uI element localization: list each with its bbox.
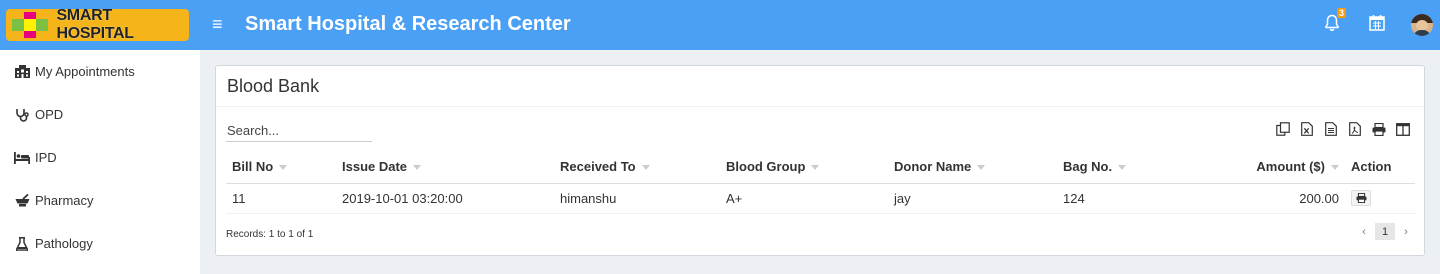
cross-logo-icon	[6, 9, 54, 41]
pdf-icon[interactable]	[1346, 120, 1364, 138]
cell-bag-no: 124	[1057, 183, 1185, 214]
top-navbar: SMART HOSPITAL ≡ Smart Hospital & Resear…	[0, 0, 1440, 50]
sort-icon	[1118, 164, 1127, 170]
app-title: Smart Hospital & Research Center	[245, 13, 571, 35]
column-header-bill-no[interactable]: Bill No	[226, 150, 336, 184]
sidebar-item-ipd[interactable]: IPD	[0, 136, 200, 179]
sidebar-item-label: IPD	[35, 150, 57, 165]
stethoscope-icon	[14, 107, 30, 123]
sidebar-item-opd[interactable]: OPD	[0, 93, 200, 136]
export-toolbar	[1274, 120, 1412, 138]
sidebar-item-label: Pathology	[35, 236, 93, 251]
print-icon	[1356, 193, 1366, 203]
cell-received-to: himanshu	[554, 183, 720, 214]
next-page-button[interactable]: ›	[1400, 226, 1412, 238]
sort-icon	[811, 164, 820, 170]
sort-icon	[977, 164, 986, 170]
cell-amount: 200.00	[1185, 183, 1345, 214]
column-header-bag-no[interactable]: Bag No.	[1057, 150, 1185, 184]
flask-icon	[14, 236, 30, 252]
print-icon[interactable]	[1370, 120, 1388, 138]
sidebar-item-label: Pharmacy	[35, 193, 94, 208]
sort-icon	[279, 164, 288, 170]
blood-bank-panel: Blood Bank Bill No Issue Date Received T…	[215, 65, 1425, 256]
sort-icon	[1331, 164, 1339, 170]
sidebar-item-my-appointments[interactable]: My Appointments	[0, 50, 200, 93]
panel-header: Blood Bank	[216, 66, 1424, 107]
sidebar-item-label: OPD	[35, 107, 64, 122]
column-header-amount[interactable]: Amount ($)	[1185, 150, 1345, 184]
records-info: Records: 1 to 1 of 1	[226, 229, 314, 240]
column-header-received-to[interactable]: Received To	[554, 150, 720, 184]
notification-badge: 3	[1337, 8, 1347, 18]
search-input[interactable]	[226, 119, 372, 142]
cell-bill-no: 11	[226, 183, 336, 214]
sort-icon	[413, 164, 422, 170]
page-number-button[interactable]: 1	[1375, 223, 1395, 240]
table-header-row: Bill No Issue Date Received To Blood Gro…	[226, 150, 1415, 184]
blood-bank-table: Bill No Issue Date Received To Blood Gro…	[226, 150, 1415, 214]
bed-icon	[14, 150, 30, 166]
column-header-donor-name[interactable]: Donor Name	[888, 150, 1057, 184]
column-header-blood-group[interactable]: Blood Group	[720, 150, 888, 184]
menu-toggle-icon[interactable]: ≡	[212, 13, 223, 35]
cell-issue-date: 2019-10-01 03:20:00	[336, 183, 554, 214]
page-title: Blood Bank	[227, 76, 320, 96]
csv-file-icon[interactable]	[1322, 120, 1340, 138]
pagination: ‹ 1 ›	[1358, 223, 1412, 240]
excel-icon[interactable]	[1298, 120, 1316, 138]
mortar-icon	[14, 193, 30, 209]
cell-action	[1345, 183, 1415, 214]
sidebar: My Appointments OPD IPD Pharmacy Patholo…	[0, 50, 200, 274]
calendar-icon[interactable]	[1369, 14, 1385, 34]
hospital-icon	[14, 64, 30, 80]
hospital-logo[interactable]: SMART HOSPITAL	[6, 9, 189, 41]
columns-icon[interactable]	[1394, 120, 1412, 138]
sidebar-item-label: My Appointments	[35, 64, 135, 79]
sidebar-item-pathology[interactable]: Pathology	[0, 222, 200, 265]
copy-icon[interactable]	[1274, 120, 1292, 138]
sidebar-item-pharmacy[interactable]: Pharmacy	[0, 179, 200, 222]
prev-page-button[interactable]: ‹	[1358, 226, 1370, 238]
sort-icon	[641, 164, 650, 170]
cell-donor-name: jay	[888, 183, 1057, 214]
column-header-issue-date[interactable]: Issue Date	[336, 150, 554, 184]
logo-text: SMART HOSPITAL	[56, 9, 134, 41]
cell-blood-group: A+	[720, 183, 888, 214]
column-header-action: Action	[1345, 150, 1415, 184]
user-avatar[interactable]	[1411, 14, 1433, 36]
table-row: 11 2019-10-01 03:20:00 himanshu A+ jay 1…	[226, 183, 1415, 214]
print-bill-button[interactable]	[1351, 190, 1371, 206]
